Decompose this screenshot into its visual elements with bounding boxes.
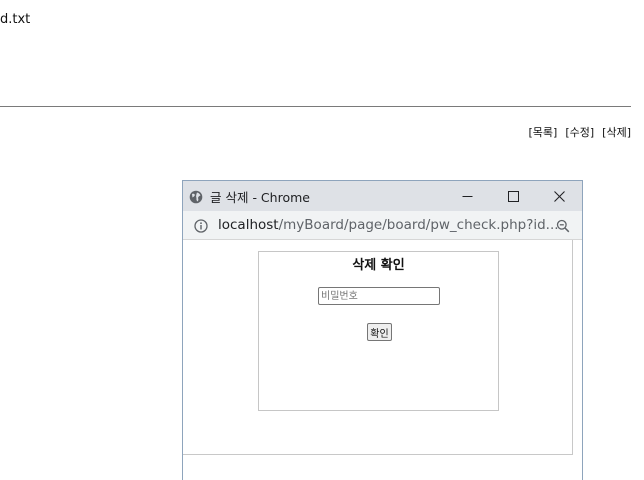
title-bar[interactable]: 글 삭제 - Chrome — [183, 181, 582, 211]
zoom-out-icon[interactable] — [556, 218, 570, 233]
url-path: /myBoard/page/board/pw_check.php?id... — [278, 217, 559, 233]
divider — [0, 106, 631, 107]
globe-icon — [189, 189, 203, 204]
address-bar[interactable]: localhost/myBoard/page/board/pw_check.ph… — [183, 211, 582, 240]
url-text[interactable]: localhost/myBoard/page/board/pw_check.ph… — [218, 217, 559, 233]
delete-link[interactable]: [삭제] — [602, 124, 631, 140]
delete-confirm-form: 삭제 확인 확인 — [258, 251, 499, 411]
attachment-filename[interactable]: d.txt — [0, 12, 30, 27]
info-icon[interactable] — [194, 218, 208, 233]
maximize-button[interactable] — [490, 181, 536, 211]
minimize-icon — [462, 195, 472, 197]
maximize-icon — [507, 190, 519, 202]
post-actions: [목록] [수정] [삭제] — [529, 124, 631, 140]
form-heading: 삭제 확인 — [352, 258, 405, 273]
edit-link[interactable]: [수정] — [565, 124, 594, 140]
close-icon — [553, 190, 565, 202]
confirm-button[interactable]: 확인 — [367, 323, 392, 341]
password-input[interactable] — [318, 287, 440, 305]
popup-content: 삭제 확인 확인 — [183, 240, 573, 455]
delete-popup-window: 글 삭제 - Chrome localhost/myBoard/page/boa… — [182, 180, 583, 480]
window-title: 글 삭제 - Chrome — [210, 189, 310, 205]
list-link[interactable]: [목록] — [529, 124, 558, 140]
url-host: localhost — [218, 217, 279, 233]
close-button[interactable] — [536, 181, 582, 211]
minimize-button[interactable] — [444, 181, 490, 211]
